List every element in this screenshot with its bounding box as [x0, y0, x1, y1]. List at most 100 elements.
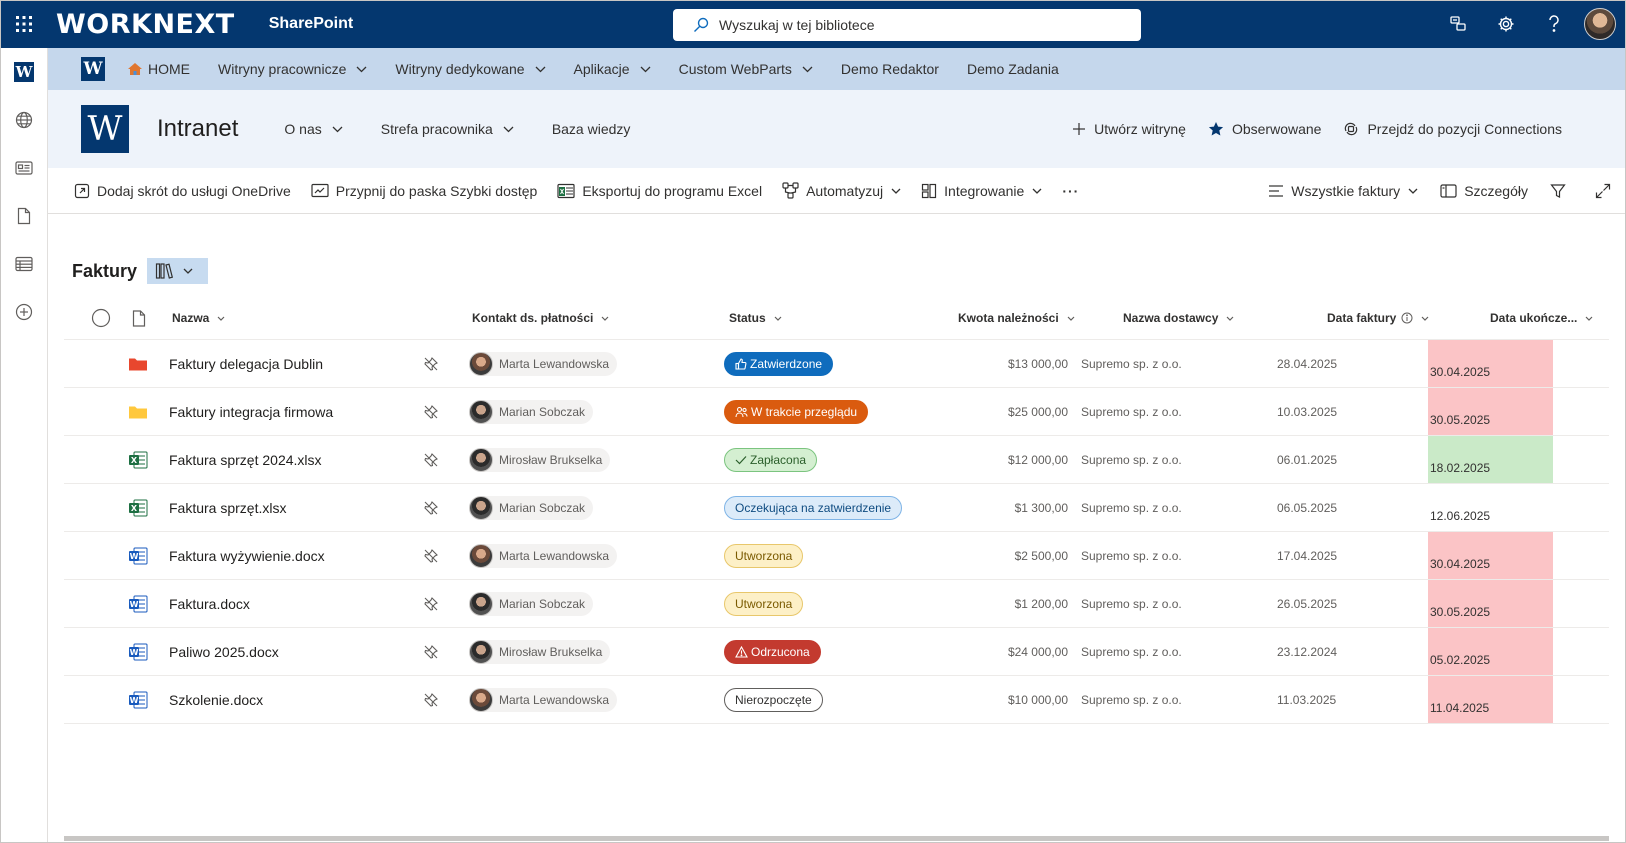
site-nav-item[interactable]: Baza wiedzy [552, 121, 631, 137]
file-icon[interactable] [0, 192, 48, 240]
contact-cell: Mirosław Brukselka [469, 628, 611, 676]
select-all-checkbox[interactable] [91, 296, 111, 340]
file-name-link[interactable]: Faktury delegacja Dublin [169, 340, 323, 388]
hub-nav-item[interactable]: Witryny dedykowane [395, 61, 546, 77]
search-input[interactable] [719, 17, 1119, 33]
unpin-icon[interactable] [424, 532, 438, 580]
unpin-icon[interactable] [424, 628, 438, 676]
table-row[interactable]: X Faktura sprzęt 2024.xlsx Mirosław Brukse… [64, 436, 1609, 484]
unpin-icon[interactable] [424, 436, 438, 484]
persona-chip[interactable]: Mirosław Brukselka [469, 640, 611, 664]
persona-chip[interactable]: Marian Sobczak [469, 592, 594, 616]
file-name-link[interactable]: Faktura sprzęt.xlsx [169, 484, 286, 532]
persona-chip[interactable]: Marta Lewandowska [469, 544, 618, 568]
site-logo[interactable]: W [81, 105, 129, 153]
filter-icon[interactable] [1550, 183, 1573, 199]
hub-nav-item[interactable]: Aplikacje [574, 61, 651, 77]
hub-nav-item[interactable]: HOME [127, 61, 190, 77]
due-date-cell: 30.04.2025 [1428, 340, 1553, 387]
user-avatar[interactable] [1584, 8, 1616, 40]
pin-label: Przypnij do paska Szybki dostęp [335, 182, 538, 199]
appbar-home-site[interactable]: W [0, 48, 48, 96]
unpin-icon[interactable] [424, 676, 438, 724]
add-onedrive-shortcut-button[interactable]: Dodaj skrót do usługi OneDrive [74, 183, 291, 199]
expand-icon[interactable] [1595, 183, 1618, 199]
table-row[interactable]: X Faktura sprzęt.xlsx Marian Sobczak Oczeku… [64, 484, 1609, 532]
settings-icon[interactable] [1482, 0, 1530, 48]
vendor-cell: Supremo sp. z o.o. [1081, 549, 1182, 563]
help-icon[interactable] [1530, 0, 1578, 48]
vendor-cell: Supremo sp. z o.o. [1081, 453, 1182, 467]
hub-nav-item[interactable]: Custom WebParts [679, 61, 813, 77]
view-selector[interactable]: Wszystkie faktury [1268, 183, 1418, 199]
table-row[interactable]: W Faktura wyżywienie.docx Marta Lewandowsk… [64, 532, 1609, 580]
file-name-link[interactable]: Paliwo 2025.docx [169, 628, 279, 676]
brand-logo[interactable]: WORKNEXT [56, 9, 235, 40]
word-file-icon: W [129, 595, 148, 613]
details-button[interactable]: Szczegóły [1440, 183, 1528, 199]
hub-nav-item[interactable]: Witryny pracownicze [218, 61, 367, 77]
file-type-cell: X [128, 484, 152, 532]
table-row[interactable]: W Szkolenie.docx Marta Lewandowska Nierozpo… [64, 676, 1609, 724]
integrate-button[interactable]: Integrowanie [921, 183, 1042, 199]
column-header-amount[interactable]: Kwota należności [958, 296, 1075, 340]
site-navigation: O nas Strefa pracownika Baza wiedzy [284, 121, 668, 137]
news-icon[interactable] [0, 144, 48, 192]
automate-button[interactable]: Automatyzuj [782, 182, 901, 199]
unpin-icon[interactable] [424, 580, 438, 628]
site-nav-item[interactable]: O nas [284, 121, 343, 137]
persona-chip[interactable]: Mirosław Brukselka [469, 448, 611, 472]
library-view-switcher[interactable] [147, 258, 209, 284]
follow-button[interactable]: Obserwowane [1208, 121, 1321, 137]
search-box[interactable] [673, 9, 1141, 41]
persona-chip[interactable]: Marta Lewandowska [469, 688, 618, 712]
onedrive-label: Dodaj skrót do usługi OneDrive [97, 182, 291, 199]
product-name[interactable]: SharePoint [269, 15, 353, 33]
table-row[interactable]: W Paliwo 2025.docx Mirosław Brukselka Odrzu… [64, 628, 1609, 676]
hub-nav-item[interactable]: Demo Zadania [967, 61, 1059, 77]
lists-icon[interactable] [0, 240, 48, 288]
waffle-icon[interactable] [0, 0, 48, 48]
site-nav-item[interactable]: Strefa pracownika [381, 121, 514, 137]
chat-icon[interactable] [1434, 0, 1482, 48]
column-header-name[interactable]: Nazwa [172, 296, 225, 340]
svg-text:W: W [130, 552, 139, 561]
due-date-cell: 30.05.2025 [1428, 580, 1553, 627]
file-name-link[interactable]: Faktura wyżywienie.docx [169, 532, 325, 580]
document-list: Nazwa Kontakt ds. płatności Status Kwota… [64, 296, 1609, 724]
unpin-icon[interactable] [424, 388, 438, 436]
export-excel-button[interactable]: Eksportuj do programu Excel [557, 183, 762, 199]
list-view-icon [1269, 185, 1284, 197]
amount-cell: $2 500,00 [1014, 549, 1068, 563]
hub-nav-item[interactable]: Demo Redaktor [841, 61, 939, 77]
file-type-header-icon[interactable] [132, 296, 146, 340]
file-name-link[interactable]: Faktura sprzęt 2024.xlsx [169, 436, 322, 484]
create-site-button[interactable]: Utwórz witrynę [1072, 121, 1186, 137]
column-header-invoice-date[interactable]: Data faktury [1327, 296, 1429, 340]
horizontal-scrollbar[interactable] [64, 836, 1609, 841]
add-circle-icon[interactable] [0, 288, 48, 336]
hub-logo[interactable]: W [81, 57, 105, 81]
unpin-icon[interactable] [424, 340, 438, 388]
file-name-link[interactable]: Faktura.docx [169, 580, 250, 628]
file-name-link[interactable]: Faktury integracja firmowa [169, 388, 333, 436]
connections-button[interactable]: Przejdź do pozycji Connections [1343, 121, 1562, 137]
persona-chip[interactable]: Marta Lewandowska [469, 352, 618, 376]
more-commands-button[interactable]: ··· [1062, 183, 1079, 199]
file-type-cell: W [128, 676, 152, 724]
persona-chip[interactable]: Marian Sobczak [469, 400, 594, 424]
unpin-icon[interactable] [424, 484, 438, 532]
contact-name: Marta Lewandowska [499, 693, 610, 707]
table-row[interactable]: Faktury integracja firmowa Marian Sobczak… [64, 388, 1609, 436]
site-title[interactable]: Intranet [157, 115, 238, 143]
globe-icon[interactable] [0, 96, 48, 144]
column-header-status[interactable]: Status [729, 296, 782, 340]
column-header-due-date[interactable]: Data ukończe... [1490, 296, 1593, 340]
table-row[interactable]: Faktury delegacja Dublin Marta Lewandowsk… [64, 340, 1609, 388]
table-row[interactable]: W Faktura.docx Marian Sobczak Utworzona $1 2… [64, 580, 1609, 628]
column-header-contact[interactable]: Kontakt ds. płatności [472, 296, 609, 340]
column-header-vendor[interactable]: Nazwa dostawcy [1123, 296, 1234, 340]
file-name-link[interactable]: Szkolenie.docx [169, 676, 263, 724]
pin-quick-access-button[interactable]: Przypnij do paska Szybki dostęp [311, 182, 538, 199]
persona-chip[interactable]: Marian Sobczak [469, 496, 594, 520]
